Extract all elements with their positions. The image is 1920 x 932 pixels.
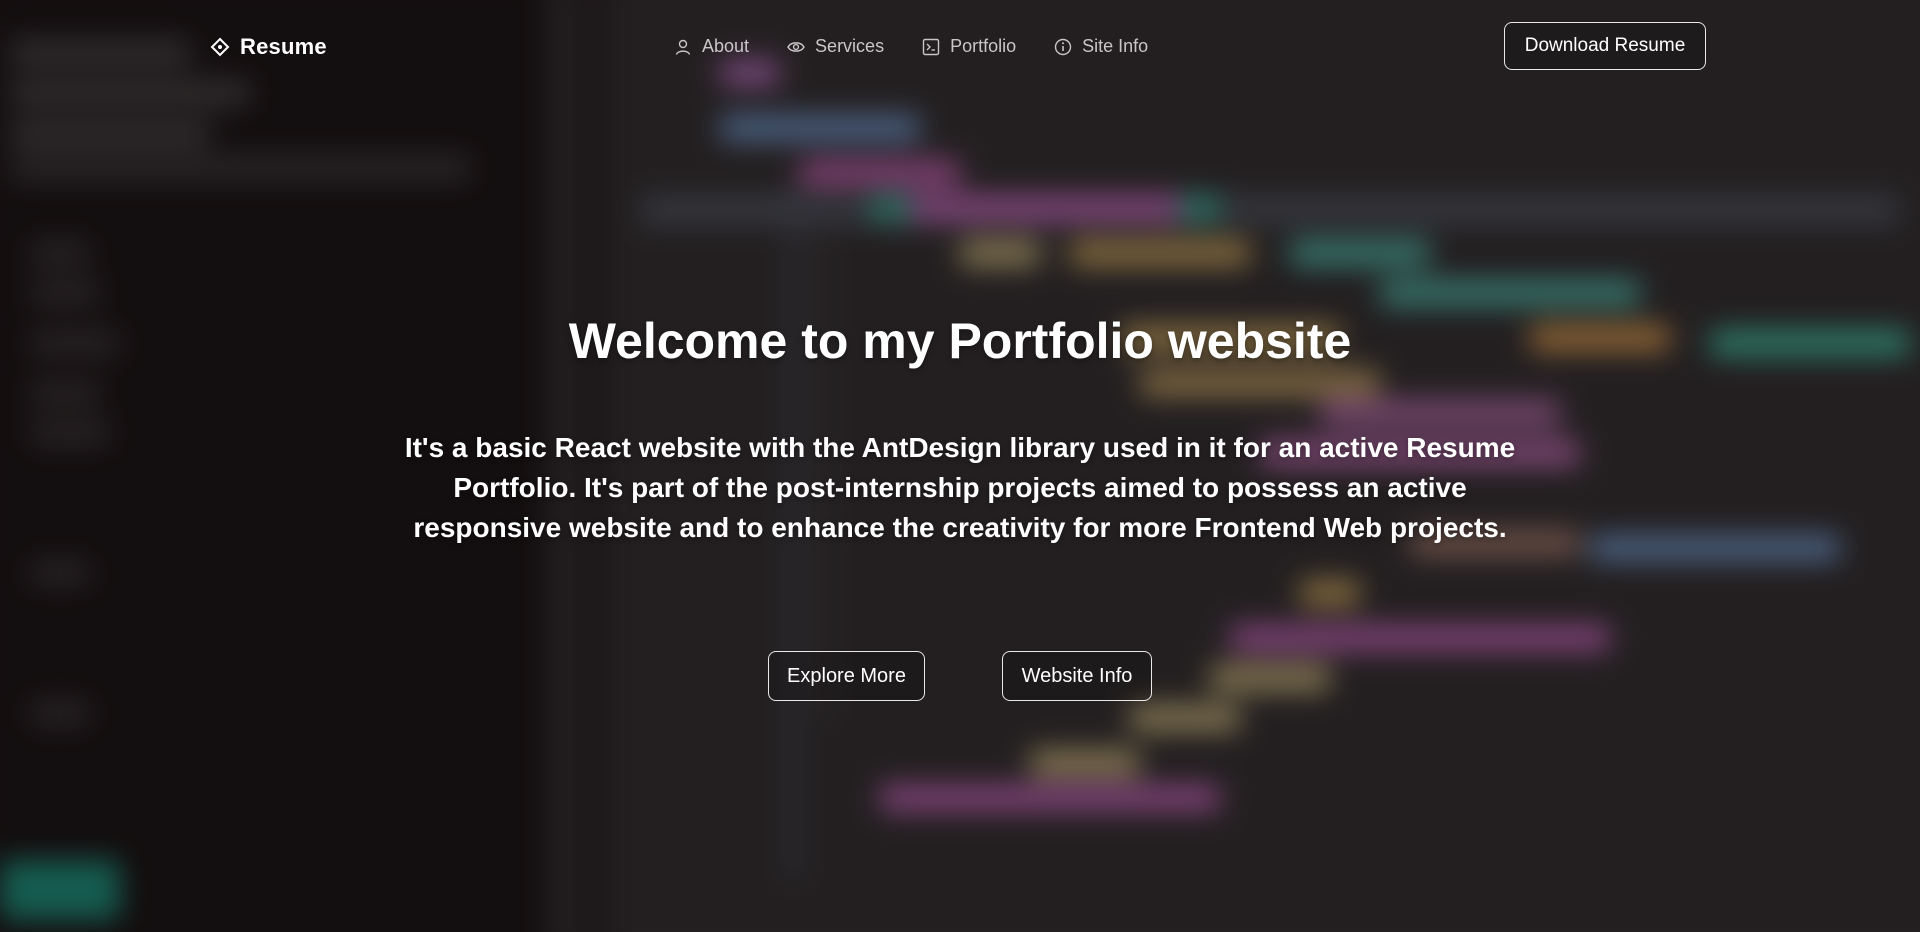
eye-icon	[787, 41, 805, 52]
menu-item-label: About	[702, 36, 750, 56]
menu-item-site-info[interactable]: Site Info	[1054, 36, 1148, 57]
explore-more-button[interactable]: Explore More	[768, 651, 925, 701]
info-icon	[1054, 38, 1072, 55]
menu-item-label: Portfolio	[950, 36, 1017, 56]
code-icon	[922, 38, 940, 55]
hero-title: Welcome to my Portfolio website	[568, 313, 1352, 369]
menu-item-label: Site Info	[1082, 36, 1149, 56]
diamond-logo-icon	[210, 37, 230, 57]
menu-item-portfolio[interactable]: Portfolio	[922, 36, 1016, 57]
brand-name: Resume	[240, 34, 327, 59]
menu-item-services[interactable]: Services	[787, 36, 884, 57]
main-menu: About Services Portfolio Site Info	[674, 36, 1148, 57]
user-icon	[675, 39, 691, 55]
top-navbar: Resume About Services Portfolio Site Inf…	[0, 0, 1920, 97]
menu-item-label: Services	[815, 36, 885, 56]
brand-logo-link[interactable]: Resume	[210, 34, 327, 60]
hero-section: Resume About Services Portfolio Site Inf…	[0, 0, 1920, 932]
website-info-button[interactable]: Website Info	[1002, 651, 1152, 701]
hero-description: It's a basic React website with the AntD…	[404, 432, 1516, 543]
menu-item-about[interactable]: About	[674, 36, 749, 57]
download-resume-button[interactable]: Download Resume	[1504, 22, 1706, 70]
